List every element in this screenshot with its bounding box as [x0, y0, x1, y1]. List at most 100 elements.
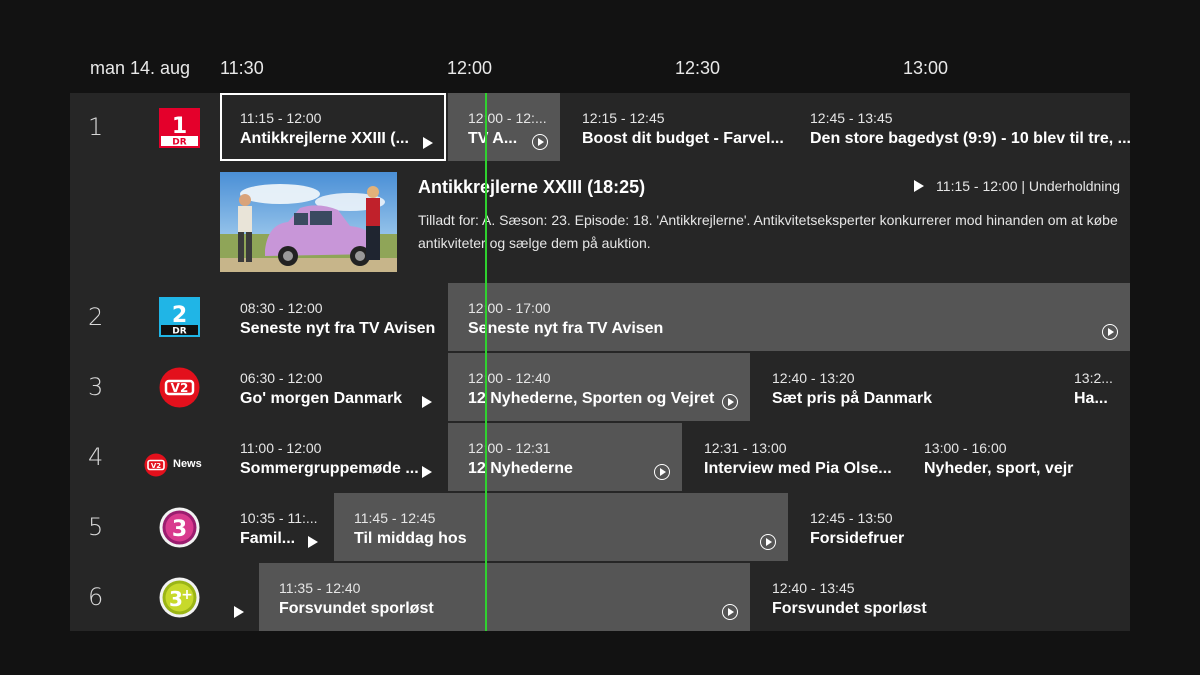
current-time-indicator	[485, 93, 487, 631]
channel-number: 1	[88, 113, 104, 141]
program-time: 13:00 - 16:00	[924, 440, 1007, 456]
program-cell[interactable]: 12:31 - 13:00 Interview med Pia Olse...	[684, 423, 902, 491]
svg-text:3: 3	[172, 517, 187, 542]
tv2-logo[interactable]: V2	[159, 367, 200, 408]
program-cell[interactable]: 12:45 - 13:45 Den store bagedyst (9:9) -…	[790, 93, 1130, 161]
channel-row-1: 1 1 DR 11:15 - 12:00 Antikkrejlerne XXII…	[70, 93, 1130, 161]
program-time: 12:40 - 13:45	[772, 580, 855, 596]
program-title: Go' morgen Danmark	[240, 390, 403, 407]
program-title: Seneste nyt fra TV Avisen	[468, 320, 664, 337]
program-title: Antikkrejlerne XXIII (...	[240, 130, 409, 147]
svg-text:V2: V2	[151, 462, 161, 470]
program-cell[interactable]: 10:35 - 11:... Famil...	[220, 493, 332, 561]
tv2-news-logo[interactable]: V2 News	[144, 453, 204, 477]
svg-text:2: 2	[172, 303, 187, 328]
program-time: 13:2...	[1074, 370, 1113, 386]
program-cell[interactable]: 12:45 - 13:50 Forsidefruer	[790, 493, 1130, 561]
dr1-logo[interactable]: 1 DR	[159, 108, 200, 148]
program-title: TV A...	[468, 130, 518, 147]
channel-number: 5	[88, 513, 104, 541]
program-time: 12:15 - 12:45	[582, 110, 665, 126]
program-cell[interactable]: 13:00 - 16:00 Nyheder, sport, vejr	[904, 423, 1130, 491]
svg-text:DR: DR	[172, 327, 186, 337]
channel-row-6: 6 3 + 11:35 - 12:40 Forsvundet sporløst …	[70, 563, 1130, 631]
program-time: 11:15 - 12:00	[240, 110, 322, 126]
channel-row-2: 2 2 DR 08:30 - 12:00 Seneste nyt fra TV …	[70, 283, 1130, 351]
program-title: Sæt pris på Danmark	[772, 390, 933, 407]
program-title: Boost dit budget - Farvel...	[582, 130, 784, 147]
program-title: Nyheder, sport, vejr	[924, 460, 1074, 477]
svg-text:1: 1	[172, 114, 187, 139]
program-cell[interactable]: 11:15 - 12:00 Antikkrejlerne XXIII (...	[220, 93, 446, 161]
program-cell[interactable]: 12:15 - 12:45 Boost dit budget - Farvel.…	[562, 93, 788, 161]
time-tick-1200: 12:00	[447, 58, 493, 78]
channel-row-5: 5 3 10:35 - 11:... Famil... 11:45 - 12:4…	[70, 493, 1130, 561]
program-thumbnail	[220, 172, 397, 272]
program-title: Forsvundet sporløst	[279, 600, 434, 617]
replay-icon	[532, 134, 548, 150]
dr2-logo[interactable]: 2 DR	[159, 297, 200, 337]
program-cell[interactable]: 11:45 - 12:45 Til middag hos	[334, 493, 788, 561]
program-cell[interactable]: 13:2... Ha...	[1054, 353, 1130, 421]
play-icon	[234, 606, 244, 618]
svg-text:V2: V2	[171, 381, 189, 395]
program-time: 12:31 - 13:00	[704, 440, 787, 456]
program-time: 12:00 - 12:31	[468, 440, 551, 456]
play-icon	[308, 536, 318, 548]
program-title: Sommergruppemøde ...	[240, 460, 419, 477]
program-title: Seneste nyt fra TV Avisen	[240, 320, 436, 337]
program-title: 12 Nyhederne, Sporten og Vejret	[468, 390, 715, 407]
channel-row-3: 3 V2 06:30 - 12:00 Go' morgen Danmark 12…	[70, 353, 1130, 421]
replay-icon	[722, 604, 738, 620]
program-cell[interactable]: 12:40 - 13:45 Forsvundet sporløst	[752, 563, 1130, 631]
program-time: 11:35 - 12:40	[279, 580, 361, 596]
replay-icon	[722, 394, 738, 410]
program-time: 11:45 - 12:45	[354, 510, 436, 526]
play-icon[interactable]	[914, 180, 925, 192]
program-cell[interactable]: 12:00 - 17:00 Seneste nyt fra TV Avisen	[448, 283, 1130, 351]
program-cell[interactable]: 06:30 - 12:00 Go' morgen Danmark	[220, 353, 446, 421]
time-tick-1300: 13:00	[903, 58, 949, 78]
program-time: 11:00 - 12:00	[240, 440, 322, 456]
svg-text:+: +	[181, 587, 193, 603]
program-time: 06:30 - 12:00	[240, 370, 323, 386]
channel-row-4: 4 V2 News 11:00 - 12:00 Sommergruppemøde…	[70, 423, 1130, 491]
program-cell[interactable]: 08:30 - 12:00 Seneste nyt fra TV Avisen	[220, 283, 446, 351]
program-time: 08:30 - 12:00	[240, 300, 323, 316]
program-cell[interactable]: 11:35 - 12:40 Forsvundet sporløst	[259, 563, 750, 631]
channel-number: 3	[88, 373, 104, 401]
tv3-plus-logo[interactable]: 3 +	[159, 577, 200, 618]
guide-date: man 14. aug	[90, 58, 191, 78]
program-title: Forsvundet sporløst	[772, 600, 927, 617]
program-cell[interactable]: 12:00 - 12:... TV A...	[448, 93, 560, 161]
program-cell[interactable]: 11:00 - 12:00 Sommergruppemøde ...	[220, 423, 446, 491]
program-title: 12 Nyhederne	[468, 460, 573, 477]
detail-meta: 11:15 - 12:00 | Underholdning	[914, 178, 1120, 194]
program-detail-panel: Antikkrejlerne XXIII (18:25) 11:15 - 12:…	[220, 163, 1130, 281]
play-icon	[422, 396, 432, 408]
channel-number: 6	[88, 583, 104, 611]
program-cell[interactable]	[220, 563, 257, 631]
replay-icon	[1102, 324, 1118, 340]
program-time: 12:00 - 12:40	[468, 370, 551, 386]
detail-description: Tilladt for: A. Sæson: 23. Episode: 18. …	[418, 212, 1118, 251]
program-time: 10:35 - 11:...	[240, 510, 318, 526]
program-title: Den store bagedyst (9:9) - 10 blev til t…	[810, 130, 1130, 147]
program-cell[interactable]: 12:00 - 12:31 12 Nyhederne	[448, 423, 682, 491]
program-cell[interactable]: 12:00 - 12:40 12 Nyhederne, Sporten og V…	[448, 353, 750, 421]
program-title: Famil...	[240, 530, 296, 547]
play-icon	[422, 466, 432, 478]
program-time: 12:45 - 13:45	[810, 110, 893, 126]
program-cell[interactable]: 12:40 - 13:20 Sæt pris på Danmark	[752, 353, 1052, 421]
channel-number: 2	[88, 303, 104, 331]
time-tick-1230: 12:30	[675, 58, 721, 78]
program-time: 12:00 - 12:...	[468, 110, 547, 126]
program-title: Interview med Pia Olse...	[704, 460, 892, 477]
tv3-logo[interactable]: 3	[159, 507, 200, 548]
program-time: 12:45 - 13:50	[810, 510, 893, 526]
program-time: 12:40 - 13:20	[772, 370, 855, 386]
replay-icon	[654, 464, 670, 480]
program-title: Til middag hos	[354, 530, 467, 547]
logo-text: News	[173, 458, 202, 470]
time-tick-1130: 11:30	[220, 58, 264, 78]
